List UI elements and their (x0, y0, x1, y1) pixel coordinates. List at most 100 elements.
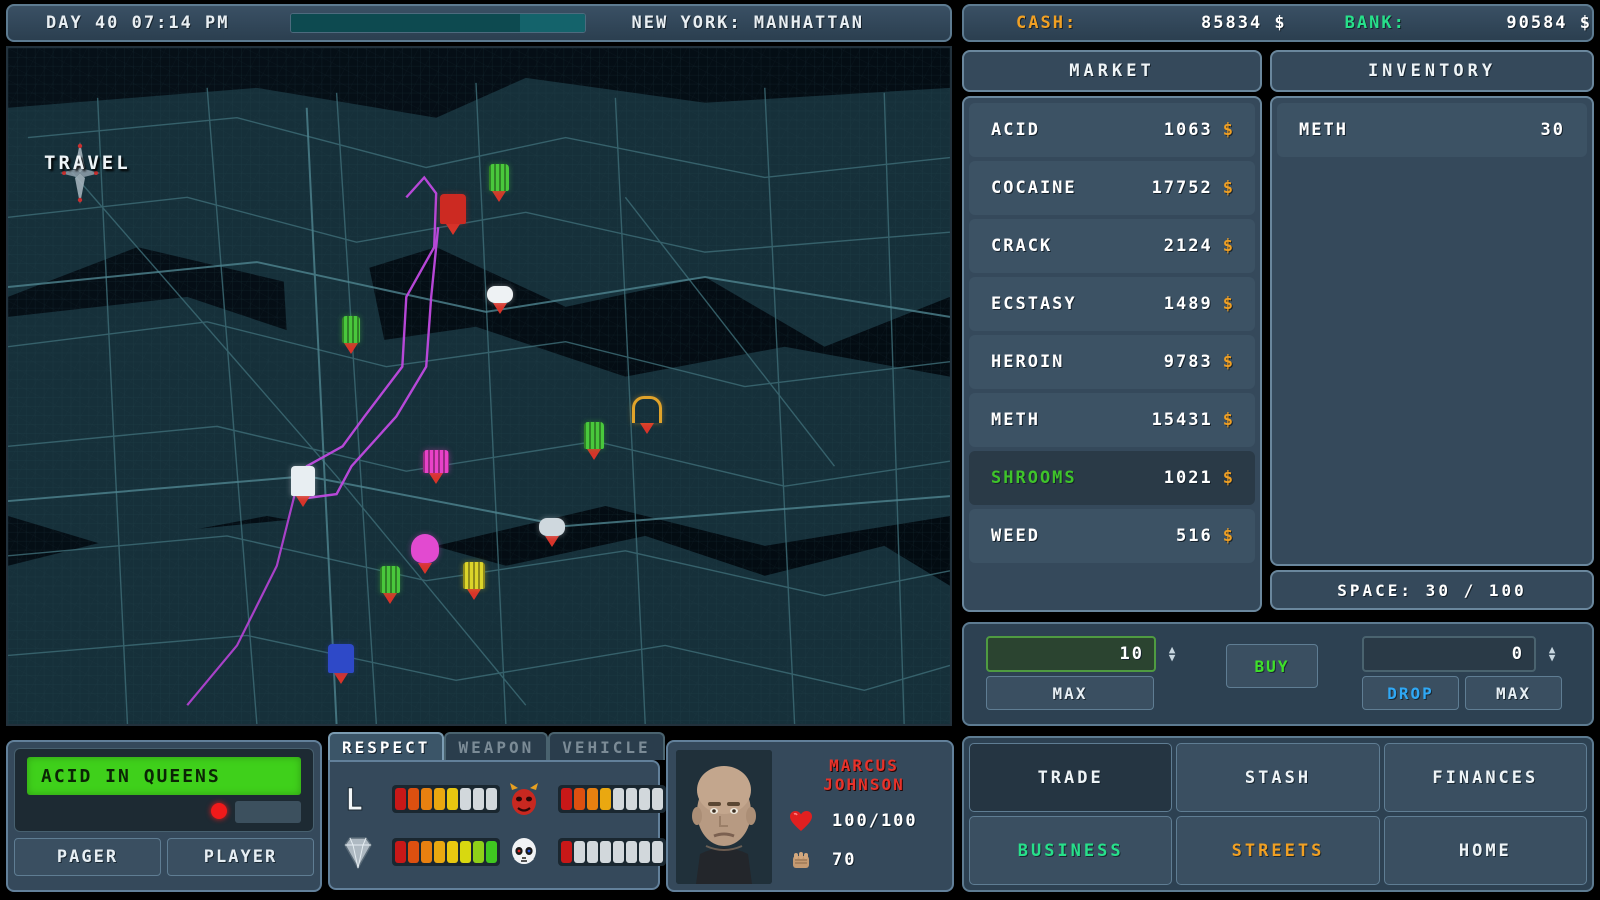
market-row[interactable]: CRACK2124$ (969, 219, 1255, 273)
inventory-panel: INVENTORY METH30 SPACE: 30 / 100 (1270, 50, 1594, 612)
letter-l-icon: L (340, 781, 376, 817)
blue-pin-marker[interactable] (328, 644, 354, 684)
bank-label: BANK: (1345, 13, 1448, 33)
inventory-row[interactable]: METH30 (1277, 103, 1587, 157)
gate-marker-head (632, 396, 662, 423)
travel-label[interactable]: TRAVEL (44, 152, 131, 174)
sell-quantity-group: 0 ▲▼ DROP MAX (1362, 636, 1562, 710)
menu-button-finances[interactable]: FINANCES (1384, 743, 1587, 812)
menu-button-streets[interactable]: STREETS (1176, 816, 1379, 885)
market-item-price: 1021 (1164, 468, 1213, 488)
bar-marker-head (539, 518, 565, 536)
red-building-marker[interactable] (440, 194, 466, 236)
buy-button[interactable]: BUY (1226, 644, 1318, 688)
fist-icon (784, 848, 818, 872)
tab-respect[interactable]: RESPECT (328, 732, 444, 760)
marker-tip (334, 673, 348, 684)
market-title: MARKET (962, 50, 1262, 92)
green-money-marker-1[interactable] (489, 164, 509, 202)
sell-quantity-stepper[interactable]: ▲▼ (1542, 646, 1562, 662)
player-strength-value: 70 (832, 850, 856, 870)
buy-quantity-input[interactable]: 10 (986, 636, 1156, 672)
bar-segment (408, 788, 419, 810)
market-item-name: COCAINE (991, 178, 1152, 198)
pink-cash-marker[interactable] (423, 450, 449, 482)
gold-gate-marker[interactable] (632, 396, 662, 434)
bar-segment (652, 841, 663, 863)
menu-button-stash[interactable]: STASH (1176, 743, 1379, 812)
building-marker-head (440, 194, 466, 224)
bar-segment (473, 788, 484, 810)
market-list: ACID1063$COCAINE17752$CRACK2124$ECSTASY1… (969, 103, 1255, 605)
pager-message: ACID IN QUEENS (41, 766, 221, 787)
bank-value: 90584 $ (1447, 13, 1592, 33)
market-row[interactable]: WEED516$ (969, 509, 1255, 563)
pink-mask-marker[interactable] (411, 534, 439, 574)
bar-segment (408, 841, 419, 863)
player-tab[interactable]: PLAYER (167, 838, 314, 876)
tab-weapon[interactable]: WEAPON (444, 732, 548, 760)
respect-tab-row: RESPECTWEAPONVEHICLE (328, 732, 660, 760)
day-progress-remainder (520, 14, 585, 32)
day-progress-bar (290, 13, 586, 33)
bar-segment (421, 788, 432, 810)
marker-tip (296, 496, 310, 507)
yellow-cash-marker[interactable] (463, 562, 485, 600)
pager-tab[interactable]: PAGER (14, 838, 161, 876)
marker-tip (446, 224, 460, 235)
currency-symbol: $ (1223, 294, 1233, 314)
market-row[interactable]: METH15431$ (969, 393, 1255, 447)
bar-segment (574, 788, 585, 810)
marker-tip (493, 303, 507, 314)
sell-max-button[interactable]: MAX (1465, 676, 1562, 710)
tab-vehicle[interactable]: VEHICLE (548, 732, 664, 760)
topbar-left: DAY 40 07:14 PM NEW YORK: MANHATTAN (6, 4, 952, 42)
money-marker-head (584, 422, 604, 449)
currency-symbol: $ (1223, 178, 1233, 198)
bar-segment (561, 788, 572, 810)
bar-segment (639, 788, 650, 810)
bar-segment (460, 841, 471, 863)
market-item-name: CRACK (991, 236, 1164, 256)
white-pill-marker[interactable] (487, 286, 513, 314)
bar-segment (434, 788, 445, 810)
buy-quantity-stepper[interactable]: ▲▼ (1162, 646, 1182, 662)
menu-button-home[interactable]: HOME (1384, 816, 1587, 885)
marker-tip (640, 423, 654, 434)
green-money-marker-2[interactable] (342, 316, 360, 354)
sell-quantity-input[interactable]: 0 (1362, 636, 1536, 672)
market-row[interactable]: ACID1063$ (969, 103, 1255, 157)
pager-screen: ACID IN QUEENS (27, 757, 301, 795)
menu-button-trade[interactable]: TRADE (969, 743, 1172, 812)
bar-segment (626, 841, 637, 863)
marker-tip (429, 473, 443, 484)
bar-segment (587, 841, 598, 863)
market-item-name: HEROIN (991, 352, 1164, 372)
menu-button-business[interactable]: BUSINESS (969, 816, 1172, 885)
bar-segment (395, 788, 406, 810)
cash-marker-head (423, 450, 449, 473)
green-money-marker-3[interactable] (584, 422, 604, 460)
bar-segment (460, 788, 471, 810)
player-panel[interactable]: MARCUS JOHNSON 100/100 70 (666, 740, 954, 892)
buy-max-button[interactable]: MAX (986, 676, 1154, 710)
bar-segment (613, 788, 624, 810)
sell-quantity-row: 0 ▲▼ (1362, 636, 1562, 672)
market-item-price: 2124 (1164, 236, 1213, 256)
market-list-container: ACID1063$COCAINE17752$CRACK2124$ECSTASY1… (962, 96, 1262, 612)
market-row[interactable]: COCAINE17752$ (969, 161, 1255, 215)
market-item-name: WEED (991, 526, 1176, 546)
pager-panel: ACID IN QUEENS PAGERPLAYER (6, 740, 322, 892)
svg-text:L: L (345, 783, 363, 816)
drop-button[interactable]: DROP (1362, 676, 1459, 710)
market-row[interactable]: HEROIN9783$ (969, 335, 1255, 389)
white-building-marker[interactable] (291, 466, 315, 508)
market-row[interactable]: ECSTASY1489$ (969, 277, 1255, 331)
cash-marker-head (463, 562, 485, 589)
market-row[interactable]: SHROOMS1021$ (969, 451, 1255, 505)
green-money-marker-4[interactable] (380, 566, 400, 604)
grey-bar-marker[interactable] (539, 518, 565, 548)
bar-segment (447, 841, 458, 863)
inventory-title: INVENTORY (1270, 50, 1594, 92)
city-map[interactable]: TRAVEL (6, 46, 952, 726)
